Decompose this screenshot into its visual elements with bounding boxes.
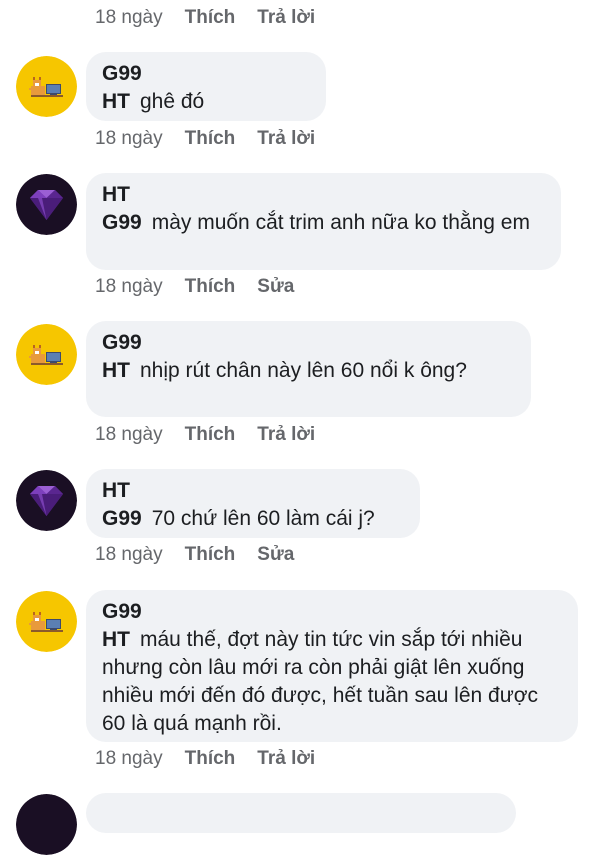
- comment-text: G99 mày muốn cắt trim anh nữa ko thằng em: [102, 209, 545, 237]
- corgi-with-computer-icon: [16, 591, 77, 652]
- mention-tag[interactable]: G99: [102, 211, 142, 234]
- comment-time: 18 ngày: [95, 128, 163, 149]
- reply-button[interactable]: Trả lời: [257, 7, 315, 29]
- mention-tag[interactable]: HT: [102, 90, 130, 113]
- edit-button[interactable]: Sửa: [257, 544, 294, 566]
- comment-actions: 18 ngày Thích Sửa: [95, 543, 316, 567]
- comment-actions: 18 ngày Thích Trả lời: [95, 6, 337, 30]
- comment-bubble: HT G99 70 chứ lên 60 làm cái j?: [86, 469, 420, 538]
- purple-diamond-icon: [16, 174, 77, 235]
- comment-time: 18 ngày: [95, 748, 163, 769]
- comment-bubble: HT G99 mày muốn cắt trim anh nữa ko thằng…: [86, 173, 561, 270]
- comment-actions: 18 ngày Thích Trả lời: [95, 747, 337, 771]
- comment-text: HT ghê đó: [102, 88, 310, 116]
- avatar-ht[interactable]: [16, 470, 77, 531]
- comment-time: 18 ngày: [95, 424, 163, 445]
- comment-bubble: G99 HT nhịp rút chân này lên 60 nổi k ông…: [86, 321, 531, 417]
- avatar-g99[interactable]: [16, 56, 77, 117]
- comment-text: HT máu thế, đợt này tin tức vin sắp tới n…: [102, 626, 562, 738]
- comment-body: nhịp rút chân này lên 60 nổi k ông?: [140, 359, 467, 382]
- comment-bubble: [86, 793, 516, 833]
- comment-time: 18 ngày: [95, 7, 163, 28]
- avatar-g99[interactable]: [16, 591, 77, 652]
- comment-body: 70 chứ lên 60 làm cái j?: [151, 507, 375, 530]
- reply-button[interactable]: Trả lời: [257, 128, 315, 150]
- avatar-ht[interactable]: [16, 174, 77, 235]
- comment-actions: 18 ngày Thích Trả lời: [95, 127, 337, 151]
- comment-time: 18 ngày: [95, 544, 163, 565]
- like-button[interactable]: Thích: [185, 748, 236, 770]
- comment-author[interactable]: HT: [102, 181, 545, 209]
- like-button[interactable]: Thích: [185, 7, 236, 29]
- avatar-ht[interactable]: [16, 794, 77, 855]
- reply-button[interactable]: Trả lời: [257, 424, 315, 446]
- edit-button[interactable]: Sửa: [257, 276, 294, 298]
- comment-actions: 18 ngày Thích Sửa: [95, 275, 316, 299]
- comment-author[interactable]: G99: [102, 329, 515, 357]
- like-button[interactable]: Thích: [185, 424, 236, 446]
- comment-bubble: G99 HT ghê đó: [86, 52, 326, 121]
- comment-bubble: G99 HT máu thế, đợt này tin tức vin sắp t…: [86, 590, 578, 742]
- like-button[interactable]: Thích: [185, 128, 236, 150]
- comment-author[interactable]: G99: [102, 60, 310, 88]
- mention-tag[interactable]: G99: [102, 507, 142, 530]
- avatar-g99[interactable]: [16, 324, 77, 385]
- mention-tag[interactable]: HT: [102, 359, 130, 382]
- comment-time: 18 ngày: [95, 276, 163, 297]
- comment-author[interactable]: HT: [102, 477, 404, 505]
- purple-diamond-icon: [16, 794, 77, 855]
- comment-text: HT nhịp rút chân này lên 60 nổi k ông?: [102, 357, 515, 385]
- comment-text: G99 70 chứ lên 60 làm cái j?: [102, 505, 404, 533]
- like-button[interactable]: Thích: [185, 544, 236, 566]
- mention-tag[interactable]: HT: [102, 628, 130, 651]
- purple-diamond-icon: [16, 470, 77, 531]
- corgi-with-computer-icon: [16, 56, 77, 117]
- comment-body: ghê đó: [140, 90, 205, 113]
- comment-author[interactable]: G99: [102, 598, 562, 626]
- corgi-with-computer-icon: [16, 324, 77, 385]
- comment-body: mày muốn cắt trim anh nữa ko thằng em: [151, 211, 530, 234]
- comment-body: máu thế, đợt này tin tức vin sắp tới nhi…: [102, 628, 539, 735]
- reply-button[interactable]: Trả lời: [257, 748, 315, 770]
- like-button[interactable]: Thích: [185, 276, 236, 298]
- comment-actions: 18 ngày Thích Trả lời: [95, 423, 337, 447]
